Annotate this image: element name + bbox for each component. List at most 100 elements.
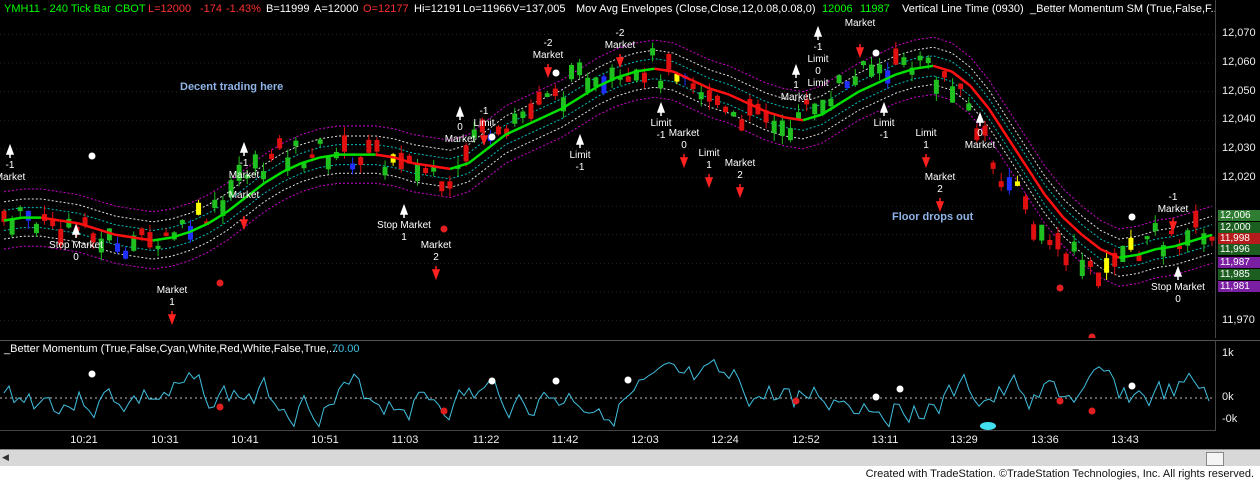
moving-average-segment [765, 110, 785, 119]
candle-body [1079, 259, 1085, 276]
trade-signal-label: Limit -1 [569, 150, 591, 173]
momentum-pivot-dot [872, 393, 880, 401]
price-axis-label: 12,020 [1222, 170, 1256, 183]
candle-body [950, 86, 956, 103]
pivot-dot [216, 279, 224, 287]
pct-change: -1.43% [226, 3, 261, 15]
signal-arrow-icon [935, 198, 945, 213]
candle-body [414, 164, 420, 182]
time-axis-label: 11:03 [391, 434, 419, 446]
momentum-pivot-dot [488, 377, 496, 385]
candle-body [828, 98, 834, 107]
candle-body [17, 207, 23, 212]
trade-signal-label: -2 Market [604, 28, 636, 51]
trade-signal-label: -1 Market [228, 158, 260, 181]
signal-arrow-icon [1173, 265, 1183, 280]
candle-body [358, 157, 364, 165]
momentum-pivot-dot [1056, 397, 1064, 405]
candle-body [650, 48, 656, 56]
candle-body [731, 111, 737, 117]
candle-body [990, 162, 996, 169]
price-tag: 11,987 [1218, 257, 1260, 268]
candle-body [277, 138, 283, 149]
price-axis-label: 12,070 [1222, 27, 1256, 40]
time-axis-label: 10:41 [231, 434, 259, 446]
momentum-pivot-dot [896, 385, 904, 393]
price-chart-panel[interactable]: YMH11 - 240 Tick Bar CBOT L=12000 -174 -… [0, 0, 1220, 338]
candle-body [868, 64, 874, 77]
candle-body [836, 75, 842, 84]
trade-signal-label: Stop Market 0 [1151, 282, 1205, 305]
last-price: L=12000 [148, 3, 192, 15]
momentum-study-label: _Better Momentum (True,False,Cyan,White,… [4, 343, 339, 355]
momentum-pivot-dot [216, 403, 224, 411]
time-axis-label: 13:36 [1031, 434, 1059, 446]
momentum-pivot-dot [792, 397, 800, 405]
signal-arrow-icon [239, 141, 249, 156]
moving-average-segment [839, 90, 860, 105]
envelope-outer-lower [3, 93, 1213, 287]
candle-body [812, 103, 818, 115]
time-axis-label: 10:31 [151, 434, 179, 446]
moving-average-segment [1062, 216, 1083, 236]
signal-arrow-icon [855, 44, 865, 59]
pivot-dot [440, 225, 448, 233]
price-axis-label: 11,970 [1222, 313, 1255, 326]
scroll-left-icon[interactable]: ◀ [2, 452, 14, 464]
candle-body [771, 120, 777, 134]
candle-body [1039, 224, 1045, 241]
momentum-line [3, 358, 1210, 428]
candle-body [536, 91, 542, 105]
momentum-extreme-marker [980, 422, 996, 430]
candle-body [1023, 196, 1029, 210]
trade-signal-label: Limit 1 [915, 128, 937, 151]
envelope-value-2: 11987 [860, 3, 890, 15]
moving-average-segment [3, 216, 23, 222]
signal-arrow-icon [239, 216, 249, 231]
moving-average-segment [858, 81, 879, 93]
candle-body [463, 145, 469, 162]
price-axis-label: 12,050 [1222, 84, 1256, 97]
candle-body [1014, 181, 1020, 186]
trade-signal-label: Market 2 [924, 172, 956, 195]
time-axis-label: 12:03 [631, 434, 659, 446]
candle-body [877, 64, 883, 74]
time-axis-label: 13:29 [950, 434, 978, 446]
trade-signal-label: -1 Market [1157, 192, 1189, 215]
candle-body [33, 223, 39, 234]
price-axis[interactable]: 12,070 12,060 12,050 12,040 12,030 12,020 11,9… [1215, 0, 1260, 338]
scrollbar-thumb[interactable] [1206, 452, 1224, 466]
price-tag: 12,006 [1218, 210, 1260, 221]
chart-scrollbar[interactable]: ◀ [0, 449, 1260, 466]
candle-body [723, 106, 729, 113]
trade-signal-label: Market 0 [668, 128, 700, 151]
trade-signal-label: Limit 1 [698, 148, 720, 171]
momentum-axis[interactable]: 1k 0k -0k [1215, 340, 1260, 431]
price-tag: 11,985 [1218, 269, 1260, 280]
candle-body [860, 61, 866, 66]
candle-body [641, 72, 647, 83]
momentum-panel[interactable]: _Better Momentum (True,False,Cyan,White,… [0, 340, 1215, 431]
envelope-inner-lower [3, 83, 1213, 277]
envelope-value-1: 12006 [822, 3, 853, 15]
moving-average-segment [914, 64, 934, 70]
candle-body [1063, 253, 1069, 266]
candle-body [528, 103, 534, 119]
annotation-floor-drops: Floor drops out [892, 211, 974, 223]
candle-body [747, 99, 753, 116]
time-axis-label: 13:43 [1111, 434, 1139, 446]
time-axis[interactable]: 10:21 10:31 10:41 10:51 11:03 11:22 11:42 12:03… [0, 430, 1215, 449]
candle-body [625, 76, 631, 82]
signal-arrow-icon [1168, 218, 1178, 233]
candle-body [933, 79, 939, 94]
moving-average-segment [1006, 136, 1028, 167]
price-tag: 11,996 [1218, 244, 1260, 255]
candle-body [714, 95, 720, 106]
pivot-dot [552, 69, 560, 77]
moving-average-segment [709, 87, 730, 96]
time-axis-label: 11:42 [551, 434, 579, 446]
net-change: -174 [200, 3, 223, 15]
candle-body [1095, 272, 1101, 287]
moving-average-segment [115, 233, 135, 239]
candle-body [325, 155, 331, 170]
